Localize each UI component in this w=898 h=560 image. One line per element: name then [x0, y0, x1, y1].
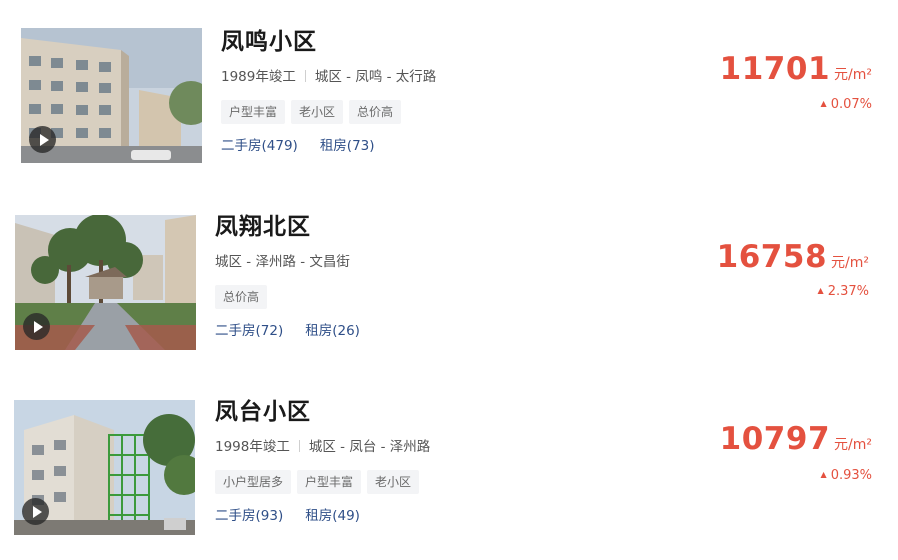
tag-list: 户型丰富 老小区 总价高 — [221, 100, 436, 124]
play-icon[interactable] — [22, 498, 49, 525]
tag-list: 总价高 — [215, 285, 382, 309]
listing-title[interactable]: 凤鸣小区 — [221, 27, 436, 57]
listing-card: 凤台小区 1998年竣工 城区 - 凤台 - 泽州路 小户型居多 户型丰富 老小区 二… — [0, 372, 898, 542]
tag: 老小区 — [367, 470, 420, 494]
listing-photo[interactable] — [21, 28, 202, 163]
tag: 户型丰富 — [221, 100, 286, 124]
listing-title[interactable]: 凤翔北区 — [215, 212, 382, 242]
listing-meta: 1989年竣工 城区 - 凤鸣 - 太行路 — [221, 67, 436, 87]
listing-links: 二手房(72) 租房(26) — [215, 321, 382, 341]
change-value: 2.37% — [827, 284, 869, 299]
unit-price: 11701 元/m² — [720, 51, 872, 87]
tag: 户型丰富 — [297, 470, 362, 494]
divider — [298, 440, 300, 452]
listing-card: 凤翔北区 城区 - 泽州路 - 文昌街 总价高 二手房(72) 租房(26) 16… — [0, 187, 898, 357]
play-icon[interactable] — [29, 126, 56, 153]
price-value: 10797 — [719, 421, 831, 457]
play-icon[interactable] — [23, 313, 50, 340]
price-change: ▲ 0.07% — [821, 97, 872, 112]
change-value: 0.93% — [830, 468, 872, 483]
location: 城区 - 凤鸣 - 太行路 — [314, 69, 437, 85]
listing-links: 二手房(93) 租房(49) — [215, 506, 430, 526]
price-unit: 元/m² — [834, 437, 872, 453]
price-change: ▲ 2.37% — [818, 284, 869, 299]
triangle-up-icon: ▲ — [820, 470, 827, 479]
listing-card: 凤鸣小区 1989年竣工 城区 - 凤鸣 - 太行路 户型丰富 老小区 总价高 二手房… — [0, 0, 898, 170]
listing-meta: 城区 - 泽州路 - 文昌街 — [215, 252, 382, 272]
tag: 总价高 — [215, 285, 268, 309]
rent-link[interactable]: 租房(26) — [305, 323, 360, 339]
tag: 总价高 — [349, 100, 402, 124]
listing-meta: 1998年竣工 城区 - 凤台 - 泽州路 — [215, 437, 430, 457]
location: 城区 - 凤台 - 泽州路 — [308, 439, 431, 455]
unit-price: 16758 元/m² — [717, 239, 869, 275]
listing-photo[interactable] — [15, 215, 196, 350]
price-unit: 元/m² — [834, 67, 872, 83]
rent-link[interactable]: 租房(73) — [320, 138, 375, 154]
second-hand-link[interactable]: 二手房(93) — [215, 508, 283, 524]
change-value: 0.07% — [830, 97, 872, 112]
tag-list: 小户型居多 户型丰富 老小区 — [215, 470, 430, 494]
price-unit: 元/m² — [831, 255, 869, 271]
tag: 小户型居多 — [215, 470, 292, 494]
built-year: 1998年竣工 — [215, 439, 290, 455]
built-year: 1989年竣工 — [221, 69, 296, 85]
listing-links: 二手房(479) 租房(73) — [221, 136, 436, 156]
price-change: ▲ 0.93% — [821, 468, 872, 483]
divider — [304, 70, 306, 82]
price-value: 11701 — [719, 51, 831, 87]
tag: 老小区 — [291, 100, 344, 124]
price-value: 16758 — [716, 239, 828, 275]
triangle-up-icon: ▲ — [817, 286, 824, 295]
location: 城区 - 泽州路 - 文昌街 — [215, 254, 350, 270]
unit-price: 10797 元/m² — [720, 421, 872, 457]
second-hand-link[interactable]: 二手房(479) — [221, 138, 298, 154]
listing-photo[interactable] — [14, 400, 195, 535]
rent-link[interactable]: 租房(49) — [305, 508, 360, 524]
listing-title[interactable]: 凤台小区 — [215, 397, 430, 427]
triangle-up-icon: ▲ — [820, 99, 827, 108]
second-hand-link[interactable]: 二手房(72) — [215, 323, 283, 339]
